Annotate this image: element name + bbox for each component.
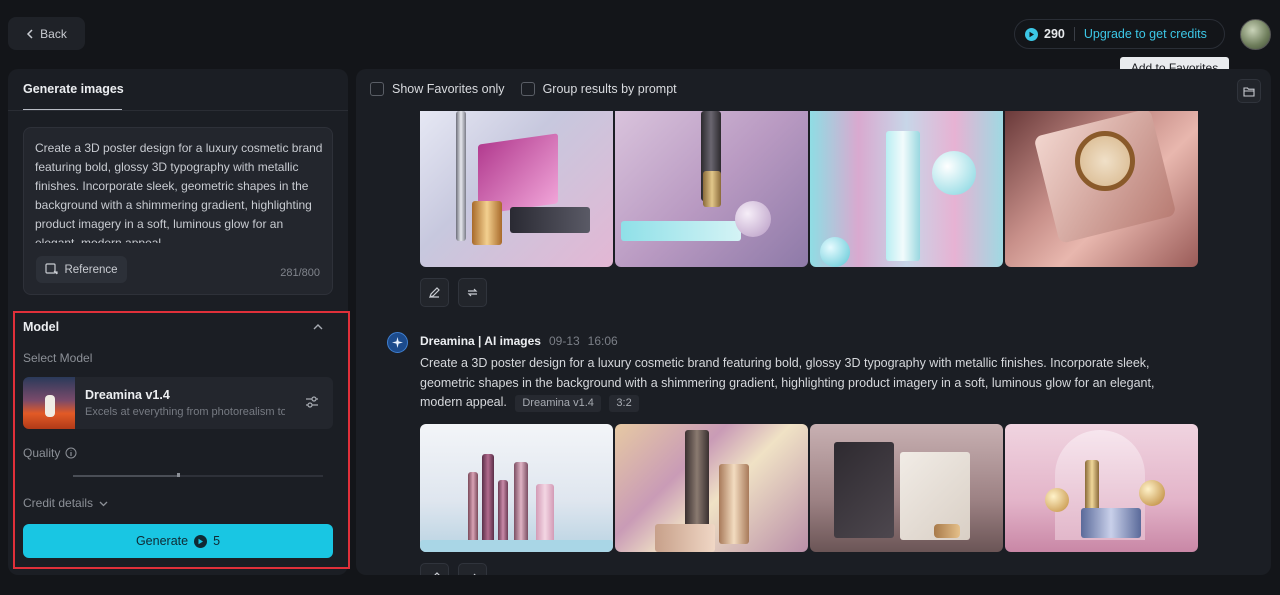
generated-image[interactable] <box>615 111 808 267</box>
folder-button[interactable] <box>1237 79 1261 103</box>
generate-cost: 5 <box>213 534 221 548</box>
user-avatar[interactable] <box>1240 19 1271 50</box>
repeat-icon <box>467 288 478 297</box>
group-results-label: Group results by prompt <box>542 82 677 96</box>
filters-bar: Show Favorites only Group results by pro… <box>370 82 677 96</box>
dreamina-logo-icon <box>387 332 408 353</box>
reference-button[interactable]: Reference <box>36 256 127 283</box>
pencil-icon <box>429 287 440 298</box>
select-model-label: Select Model <box>23 351 93 365</box>
pill-divider <box>1073 27 1075 41</box>
model-selector[interactable]: Dreamina v1.4 Excels at everything from … <box>23 377 333 429</box>
results-panel: Show Favorites only Group results by pro… <box>356 69 1271 575</box>
model-description: Excels at everything from photorealism t… <box>85 406 285 418</box>
model-thumbnail <box>23 377 75 429</box>
chevron-down-icon <box>99 501 108 506</box>
back-button[interactable]: Back <box>8 17 85 50</box>
message-date: 09-13 <box>548 334 580 348</box>
char-count: 281/800 <box>280 267 320 279</box>
chevron-left-icon <box>27 28 33 39</box>
quality-label: Quality <box>23 446 77 460</box>
regenerate-button[interactable] <box>458 278 487 307</box>
tab-generate-images[interactable]: Generate images <box>23 82 124 96</box>
repeat-icon <box>473 573 476 575</box>
show-favorites-label: Show Favorites only <box>392 82 505 96</box>
back-label: Back <box>40 26 67 41</box>
quality-text: Quality <box>23 446 61 460</box>
credit-details-toggle[interactable]: Credit details <box>23 496 108 510</box>
credit-details-label: Credit details <box>23 496 94 510</box>
image-actions-previous <box>420 278 487 307</box>
group-results-checkbox[interactable] <box>520 82 535 96</box>
image-grid-previous <box>420 111 1198 267</box>
credit-count: 290 <box>1044 27 1065 41</box>
generate-label: Generate <box>135 534 189 548</box>
image-grid-latest <box>420 424 1198 552</box>
top-bar: Back 290 Upgrade to get credits <box>0 0 1280 68</box>
credit-coin-icon <box>1025 27 1038 41</box>
edit-prompt-button[interactable] <box>420 563 449 575</box>
credit-coin-icon <box>194 534 208 548</box>
regenerate-button[interactable] <box>458 563 487 575</box>
show-favorites-filter[interactable]: Show Favorites only <box>370 82 505 96</box>
generated-image[interactable] <box>420 111 613 267</box>
edit-prompt-button[interactable] <box>420 278 449 307</box>
generate-panel: Generate images Create a 3D poster desig… <box>8 69 348 575</box>
pencil-icon <box>434 572 440 575</box>
show-favorites-checkbox[interactable] <box>370 82 384 96</box>
generated-image[interactable] <box>1005 424 1198 552</box>
quality-slider[interactable] <box>73 473 323 477</box>
model-tag: Dreamina v1.4 <box>515 395 601 412</box>
message-time: 16:06 <box>587 334 618 348</box>
model-section: Model Select Model Dreamina v1.4 Excels … <box>13 311 343 567</box>
quality-slider-handle[interactable] <box>177 473 180 477</box>
info-icon[interactable] <box>65 447 77 459</box>
generated-image[interactable] <box>810 424 1003 552</box>
image-actions-latest <box>420 563 487 575</box>
upgrade-link[interactable]: Upgrade to get credits <box>1084 27 1207 41</box>
image-reference-icon <box>45 263 59 275</box>
ratio-tag: 3:2 <box>609 395 639 412</box>
message-author: Dreamina | AI images <box>420 334 541 348</box>
message-header: Dreamina | AI images 09-13 16:06 <box>420 334 618 348</box>
group-results-filter[interactable]: Group results by prompt <box>520 82 677 96</box>
model-name: Dreamina v1.4 <box>85 388 170 402</box>
credits-pill[interactable]: 290 Upgrade to get credits <box>1014 19 1225 49</box>
chevron-up-icon[interactable] <box>313 322 323 332</box>
generated-image[interactable] <box>420 424 613 552</box>
tab-divider <box>8 110 348 111</box>
model-section-title: Model <box>23 320 60 334</box>
generated-image[interactable] <box>1005 111 1198 267</box>
folder-icon <box>1243 86 1255 97</box>
reference-label: Reference <box>64 263 118 276</box>
generate-button[interactable]: Generate 5 <box>23 524 333 558</box>
quality-slider-fill <box>73 475 178 477</box>
prompt-text[interactable]: Create a 3D poster design for a luxury c… <box>35 139 323 243</box>
message-prompt: Create a 3D poster design for a luxury c… <box>420 354 1200 413</box>
prompt-textarea[interactable]: Create a 3D poster design for a luxury c… <box>23 127 333 295</box>
generated-image[interactable] <box>810 111 1003 267</box>
generated-image[interactable] <box>615 424 808 552</box>
sliders-icon[interactable] <box>305 395 319 409</box>
